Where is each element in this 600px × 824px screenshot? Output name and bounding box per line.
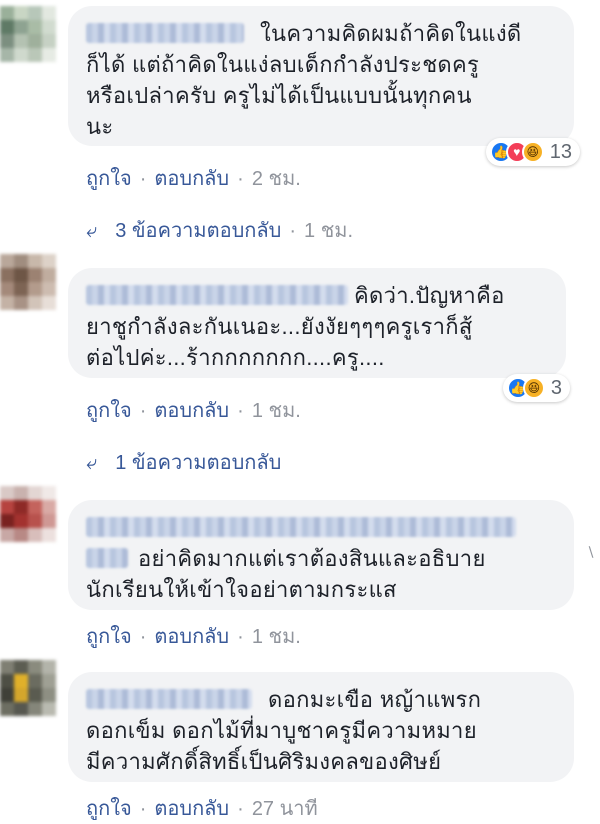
avatar[interactable]: [0, 660, 56, 716]
comment-actions: ถูกใจ · ตอบกลับ · 27 นาที: [86, 792, 318, 824]
comment-text: ในความคิดผมถ้าคิดในแง่ดี ก็ได้ แต่ถ้าคิด…: [86, 18, 554, 142]
comment-line: มีความศักดิ์สิทธิ์เป็นศิริมงคลของศิษย์: [86, 749, 442, 774]
reaction-count: 13: [549, 140, 572, 163]
comment-line: ต่อไปค่ะ...ร้ากกกกกกก....ครู....: [86, 345, 385, 370]
reply-arrow-icon: ⤶: [86, 452, 98, 474]
like-link[interactable]: ถูกใจ: [86, 626, 132, 648]
commenter-name[interactable]: [86, 285, 348, 305]
separator-dot: ·: [139, 626, 147, 648]
haha-icon: 😆: [522, 377, 545, 399]
comment-text: คิดว่า.ปัญหาคือ ยาชูกำลังละกันเนอะ...ยัง…: [86, 280, 546, 373]
comment-actions: ถูกใจ · ตอบกลับ · 2 ชม.: [86, 162, 301, 194]
replies-count-label[interactable]: 1 ข้อความตอบกลับ: [115, 452, 281, 474]
separator-dot: ·: [237, 168, 244, 190]
reply-link[interactable]: ตอบกลับ: [154, 168, 229, 190]
comment-bubble: อย่าคิดมากแต่เราต้องสินและอธิบาย นักเรีย…: [68, 500, 574, 610]
separator-dot: ·: [139, 400, 147, 422]
like-link[interactable]: ถูกใจ: [86, 168, 132, 190]
reaction-summary[interactable]: 👍 😆 3: [502, 374, 570, 402]
comment-line: คิดว่า.ปัญหาคือ: [354, 283, 505, 308]
options-mark[interactable]: ∖: [586, 544, 596, 560]
commenter-name[interactable]: [86, 517, 516, 537]
timestamp[interactable]: 1 ชม.: [252, 400, 301, 422]
view-replies-link[interactable]: ⤶ 1 ข้อความตอบกลับ: [86, 446, 281, 478]
commenter-name[interactable]: [86, 689, 252, 709]
commenter-name[interactable]: [86, 23, 244, 43]
haha-icon: 😆: [521, 141, 544, 163]
timestamp[interactable]: 1 ชม.: [252, 626, 301, 648]
reply-link[interactable]: ตอบกลับ: [154, 400, 229, 422]
avatar[interactable]: [0, 6, 56, 62]
comment-line: นะ: [86, 114, 114, 139]
comment-line: ก็ได้ แต่ถ้าคิดในแง่ลบเด็กกำลังประชดครู: [86, 52, 480, 77]
comment-text: ดอกมะเขือ หญ้าแพรก ดอกเข็ม ดอกไม้ที่มาบู…: [86, 684, 554, 777]
comment-line: หรือเปล่าครับ ครูไม่ได้เป็นแบบนั้นทุกคน: [86, 83, 472, 108]
avatar[interactable]: [0, 254, 56, 310]
comment-line: ดอกมะเขือ หญ้าแพรก: [268, 687, 482, 712]
reaction-summary[interactable]: 👍 ♥ 😆 13: [485, 138, 580, 166]
avatar[interactable]: [0, 486, 56, 542]
comment-line: ในความคิดผมถ้าคิดในแง่ดี: [260, 21, 522, 46]
separator-dot: ·: [289, 220, 297, 242]
replies-timestamp: 1 ชม.: [304, 220, 354, 242]
comment-line: นักเรียนให้เข้าใจอย่าตามกระแส: [86, 577, 397, 602]
reaction-count: 3: [550, 376, 562, 399]
comment-text: อย่าคิดมากแต่เราต้องสินและอธิบาย นักเรีย…: [86, 512, 554, 605]
view-replies-link[interactable]: ⤶ 3 ข้อความตอบกลับ · 1 ชม.: [86, 214, 353, 246]
comment-line: ดอกเข็ม ดอกไม้ที่มาบูชาครูมีความหมาย: [86, 718, 477, 743]
comment-line: ยาชูกำลังละกันเนอะ...ยังงัยๆๆๆครูเราก็สู…: [86, 314, 473, 339]
comment-line: อย่าคิดมากแต่เราต้องสินและอธิบาย: [138, 546, 486, 571]
reply-link[interactable]: ตอบกลับ: [154, 626, 229, 648]
replies-count-label[interactable]: 3 ข้อความตอบกลับ: [115, 220, 281, 242]
commenter-name-continued: [86, 548, 128, 568]
separator-dot: ·: [237, 400, 244, 422]
comment-actions: ถูกใจ · ตอบกลับ · 1 ชม.: [86, 620, 301, 652]
comment-actions: ถูกใจ · ตอบกลับ · 1 ชม.: [86, 394, 301, 426]
separator-dot: ·: [237, 626, 244, 648]
timestamp[interactable]: 2 ชม.: [252, 168, 301, 190]
reply-arrow-icon: ⤶: [86, 220, 98, 242]
comment-bubble: คิดว่า.ปัญหาคือ ยาชูกำลังละกันเนอะ...ยัง…: [68, 268, 570, 402]
separator-dot: ·: [139, 168, 147, 190]
like-link[interactable]: ถูกใจ: [86, 400, 132, 422]
comment-bubble: ในความคิดผมถ้าคิดในแง่ดี ก็ได้ แต่ถ้าคิด…: [68, 6, 580, 166]
comment-bubble: ดอกมะเขือ หญ้าแพรก ดอกเข็ม ดอกไม้ที่มาบู…: [68, 672, 574, 782]
